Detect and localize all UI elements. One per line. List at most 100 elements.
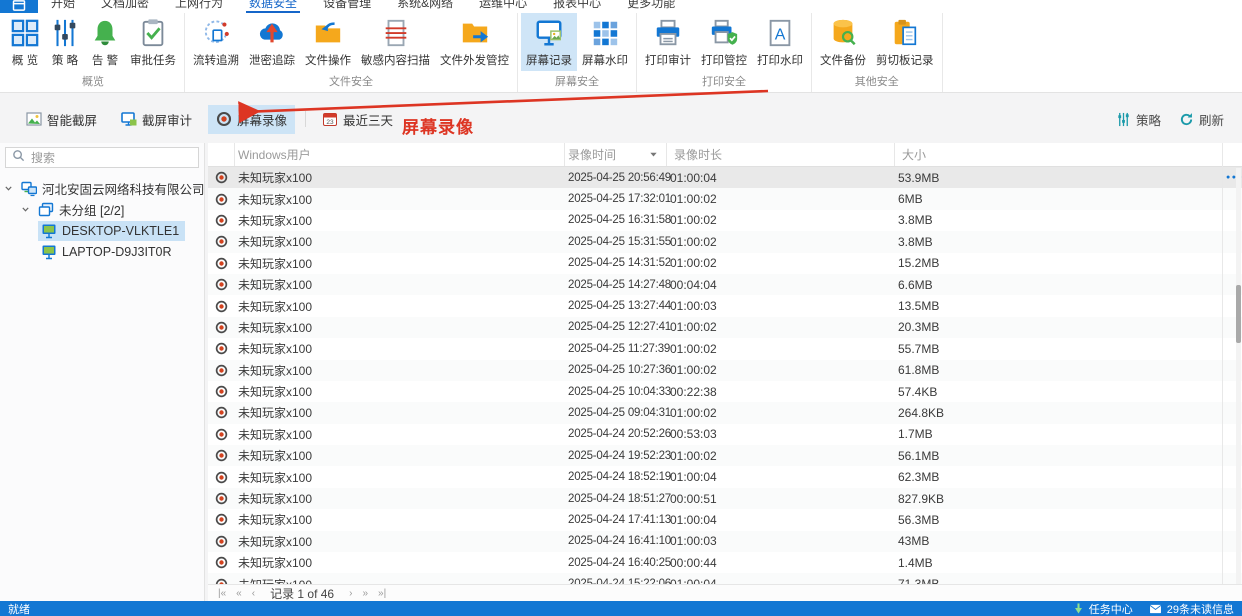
ribbon-button[interactable]: 屏幕记录	[521, 13, 577, 71]
toolbar-button[interactable]: 截屏审计	[113, 105, 200, 134]
svg-text:A: A	[775, 27, 786, 44]
doc-scan-icon	[381, 18, 411, 48]
table-row[interactable]: 未知玩家x100 2025-04-25 14:31:52 01:00:02 15.2M…	[208, 252, 1242, 274]
cell-duration: 00:22:38	[670, 384, 717, 399]
chevron-icon	[4, 184, 18, 193]
toolbar-button[interactable]: 策略	[1116, 110, 1161, 129]
record-icon	[215, 385, 228, 398]
record-indicator-cell	[208, 188, 235, 209]
cell-duration: 00:53:03	[670, 427, 717, 442]
toolbar-button-label: 屏幕录像	[237, 113, 288, 128]
cell-size: 57.4KB	[898, 384, 938, 399]
pager-control[interactable]: «	[231, 588, 247, 599]
table-row[interactable]: 未知玩家x100 2025-04-25 20:56:49 01:00:04 53.9M…	[208, 167, 1242, 189]
pager-control[interactable]: »	[357, 588, 373, 599]
table-row[interactable]: 未知玩家x100 2025-04-25 12:27:41 01:00:02 20.3M…	[208, 316, 1242, 339]
ribbon-button[interactable]: 文件外发管控	[435, 13, 514, 71]
table-row[interactable]: 未知玩家x100 2025-04-25 14:27:48 00:04:04 6.6MB	[208, 273, 1242, 296]
tree-item[interactable]: LAPTOP-D9J3IT0R	[0, 241, 204, 262]
table-row[interactable]: 未知玩家x100 2025-04-25 15:31:55 01:00:02 3.8MB	[208, 231, 1242, 253]
tab-开始[interactable]: 开始	[38, 0, 88, 13]
header-col-windows-user[interactable]: Windows用户	[235, 143, 565, 166]
table-row[interactable]: 未知玩家x100 2025-04-25 10:27:36 01:00:02 61.8M…	[208, 359, 1242, 381]
sliders-teal-icon	[1116, 112, 1131, 127]
cell-windows-user: 未知玩家x100	[238, 363, 313, 378]
cell-size: 62.3MB	[898, 470, 940, 485]
tab-报表中心[interactable]: 报表中心	[540, 0, 614, 13]
tab-运维中心[interactable]: 运维中心	[466, 0, 540, 13]
header-col-size[interactable]: 大小	[895, 143, 1223, 166]
pager-control[interactable]: |«	[213, 588, 231, 599]
ribbon-button[interactable]: 审批任务	[125, 13, 181, 71]
toolbar-button[interactable]: 屏幕录像	[208, 104, 296, 134]
table-row[interactable]: 未知玩家x100 2025-04-24 20:52:26 00:53:03 1.7MB	[208, 423, 1242, 446]
table-row[interactable]: 未知玩家x100 2025-04-25 17:32:01 01:00:02 6MB	[208, 188, 1242, 210]
vertical-scrollbar[interactable]	[1236, 168, 1241, 584]
table-row[interactable]: 未知玩家x100 2025-04-25 11:27:39 01:00:02 55.7M…	[208, 338, 1242, 360]
cell-size: 6.6MB	[898, 277, 933, 292]
cell-duration: 01:00:03	[670, 534, 717, 549]
ribbon-button[interactable]: 打印管控	[696, 13, 752, 71]
pager-control[interactable]: ›	[344, 588, 357, 599]
ribbon-button[interactable]: 文件备份	[815, 13, 871, 71]
record-icon	[215, 513, 228, 526]
record-indicator-cell	[208, 424, 235, 445]
unread-messages-button[interactable]: 29条未读信息	[1148, 601, 1234, 616]
table-row[interactable]: 未知玩家x100 2025-04-25 13:27:44 01:00:03 13.5M…	[208, 295, 1242, 317]
tab-数据安全[interactable]: 数据安全	[236, 0, 310, 13]
ribbon-button[interactable]: 敏感内容扫描	[356, 13, 435, 71]
pager-label: 记录 1 of 46	[270, 586, 335, 601]
cell-windows-user: 未知玩家x100	[238, 320, 313, 335]
table-row[interactable]: 未知玩家x100 2025-04-24 19:52:23 01:00:02 56.1M…	[208, 445, 1242, 467]
table-row[interactable]: 未知玩家x100 2025-04-24 18:52:19 01:00:04 62.3M…	[208, 466, 1242, 488]
tab-更多功能[interactable]: 更多功能	[614, 0, 688, 13]
ribbon-button[interactable]: 流转追溯	[188, 13, 244, 71]
tree-item[interactable]: 河北安固云网络科技有限公司 [2/2]	[0, 178, 232, 199]
ribbon-button[interactable]: 泄密追踪	[244, 13, 300, 71]
ribbon: 概 览策 略告 警审批任务 概览 流转追溯 泄密追踪 文件操作 敏感内容扫描 文件外发管控文…	[0, 13, 1242, 93]
ribbon-button[interactable]: 屏幕水印	[577, 13, 633, 71]
ribbon-group: 打印审计 打印管控 A 打印水印 打印安全	[637, 13, 812, 92]
scrollbar-thumb[interactable]	[1236, 285, 1241, 343]
app-menu-button[interactable]	[0, 0, 38, 13]
ribbon-button[interactable]: 剪切板记录	[871, 13, 939, 71]
tab-label: 上网行为	[175, 0, 224, 10]
caret-icon	[649, 150, 658, 159]
record-icon	[215, 556, 228, 569]
record-icon	[215, 406, 228, 419]
table-row[interactable]: 未知玩家x100 2025-04-25 16:31:58 01:00:02 3.8MB	[208, 209, 1242, 232]
tree-item[interactable]: 未分组 [2/2]	[0, 199, 204, 220]
tab-文档加密[interactable]: 文档加密	[88, 0, 162, 13]
ribbon-button[interactable]: 告 警	[85, 13, 125, 71]
tab-系统&网络[interactable]: 系统&网络	[384, 0, 466, 13]
toolbar-button-label: 截屏审计	[142, 113, 193, 128]
table-row[interactable]: 未知玩家x100 2025-04-25 09:04:31 01:00:02 264.8…	[208, 402, 1242, 424]
pager-control[interactable]: »|	[373, 588, 391, 599]
table-row[interactable]: 未知玩家x100 2025-04-24 16:41:10 01:00:03 43MB	[208, 530, 1242, 553]
ribbon-button[interactable]: A 打印水印	[752, 13, 808, 71]
ribbon-button[interactable]: 文件操作	[300, 13, 356, 71]
tree-item[interactable]: DESKTOP-VLKTLE1	[0, 220, 204, 241]
tab-设备管理[interactable]: 设备管理	[310, 0, 384, 13]
header-col-record-time[interactable]: 录像时间	[565, 143, 667, 166]
cell-size: 43MB	[898, 534, 930, 549]
ribbon-button[interactable]: 打印审计	[640, 13, 696, 71]
record-indicator-cell	[208, 466, 235, 487]
header-col-duration[interactable]: 录像时长	[667, 143, 895, 166]
table-row[interactable]: 未知玩家x100 2025-04-24 18:51:27 00:00:51 827.9…	[208, 487, 1242, 510]
ribbon-button[interactable]: 概 览	[5, 13, 45, 71]
cell-windows-user: 未知玩家x100	[238, 534, 313, 549]
tab-上网行为[interactable]: 上网行为	[162, 0, 236, 13]
toolbar-button[interactable]: 23 最近三天	[314, 105, 401, 134]
pager-control[interactable]: ‹	[247, 588, 260, 599]
table-row[interactable]: 未知玩家x1002025-04-24 15:22:0601:00:0471.3M…	[208, 573, 1242, 584]
table-row[interactable]: 未知玩家x100 2025-04-24 16:40:25 00:00:44 1.4MB	[208, 552, 1242, 574]
table-row[interactable]: 未知玩家x100 2025-04-25 10:04:33 00:22:38 57.4K…	[208, 380, 1242, 403]
ribbon-button[interactable]: 策 略	[45, 13, 85, 71]
search-input[interactable]	[31, 150, 192, 165]
cell-duration: 01:00:04	[667, 573, 895, 584]
task-center-button[interactable]: 任务中心	[1073, 601, 1133, 616]
toolbar-button[interactable]: 刷新	[1179, 110, 1224, 129]
toolbar-button[interactable]: 智能截屏	[18, 105, 105, 134]
table-row[interactable]: 未知玩家x100 2025-04-24 17:41:13 01:00:04 56.3M…	[208, 509, 1242, 531]
